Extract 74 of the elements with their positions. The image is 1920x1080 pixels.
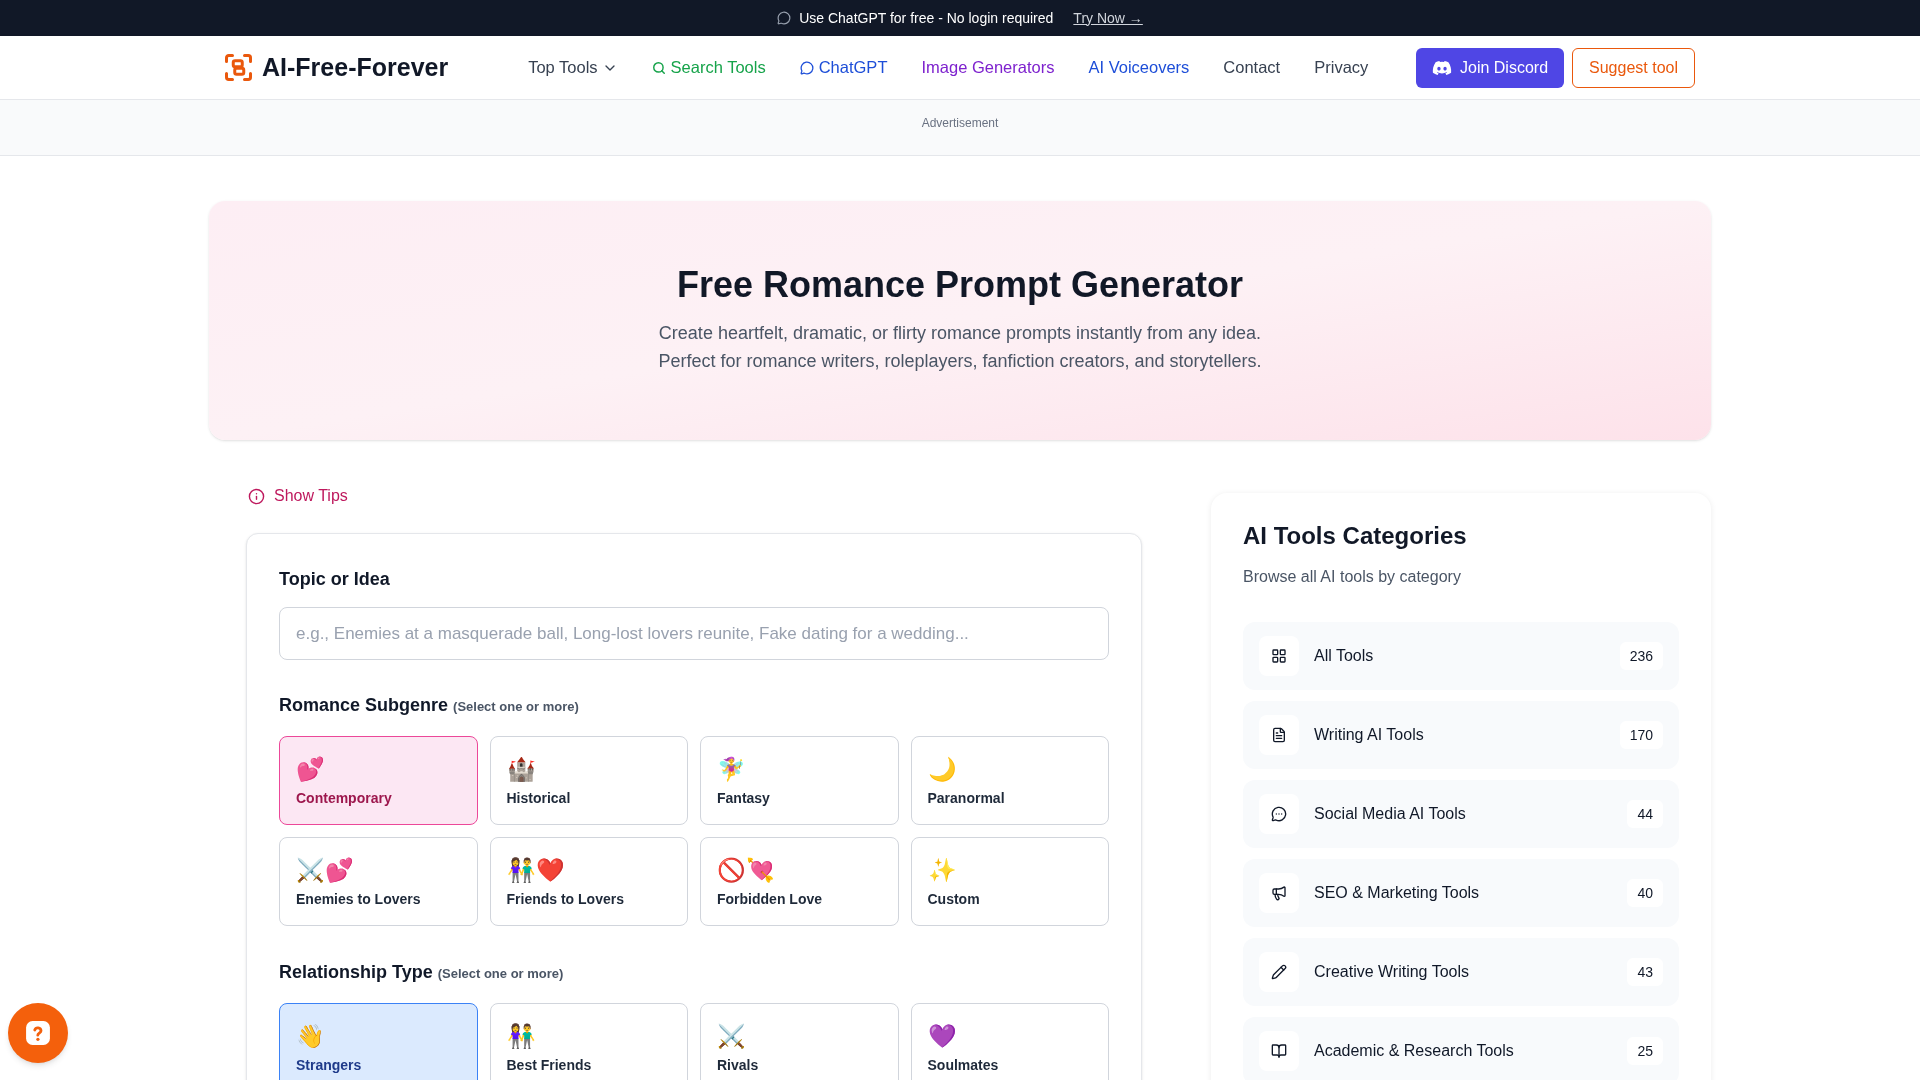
category-link[interactable]: SEO & Marketing Tools 40 [1243, 859, 1679, 927]
category-link[interactable]: Creative Writing Tools 43 [1243, 938, 1679, 1006]
topic-input[interactable]: e.g., Enemies at a masquerade ball, Long-lost lovers reunite, Fake dating for a wedding... [279, 607, 1109, 660]
nav-link[interactable]: ChatGPT [799, 55, 888, 80]
option-card[interactable]: 💕 Contemporary [279, 736, 478, 825]
try-now-link[interactable]: Try Now → [1073, 7, 1143, 29]
section-hint: (Select one or more) [453, 698, 579, 716]
nav-link[interactable]: Privacy [1314, 55, 1369, 80]
field-label: Topic or Idea [279, 568, 391, 591]
category-link[interactable]: Social Media AI Tools 44 [1243, 780, 1679, 848]
logo-icon [225, 54, 252, 81]
nav-link[interactable]: AI Voiceovers [1088, 55, 1190, 80]
section-title: Romance Subgenre [279, 694, 449, 717]
panel-subtitle: Browse all AI tools by category [1243, 567, 1462, 587]
tool-count: 236 [1619, 642, 1663, 670]
chat-bubble-icon [777, 11, 792, 25]
section-title: Relationship Type [279, 961, 433, 984]
emoji-icon: ✨ [927, 856, 957, 884]
option-card[interactable]: ⚔💕 Enemies to Lovers [279, 837, 478, 926]
emoji-icon: 🌙 [927, 755, 957, 783]
category-link[interactable]: All Tools 236 [1243, 622, 1679, 690]
pencil-icon [1259, 952, 1299, 992]
book-icon [1259, 1031, 1299, 1071]
logo-link[interactable]: AI-Free-Forever [225, 48, 449, 87]
emoji-icon: ⚔💕 [296, 856, 354, 884]
announcement-text: Use ChatGPT for free - No login required [799, 8, 1054, 28]
help-button[interactable] [8, 1003, 68, 1063]
emoji-icon: 👫 [506, 1022, 536, 1050]
hero-subtitle: Create heartfelt, dramatic, or flirty romance prompts instantly from any idea. [658, 322, 1262, 345]
grid-icon [1259, 636, 1299, 676]
panel-title: AI Tools Categories [1243, 521, 1468, 551]
nav-link[interactable]: Image Generators [921, 55, 1055, 80]
nav-link[interactable]: Contact [1223, 55, 1281, 80]
tool-count: 43 [1627, 958, 1663, 986]
emoji-icon: 🚫💘 [717, 856, 775, 884]
help-icon [25, 1020, 51, 1046]
emoji-icon: 💕 [296, 755, 325, 783]
option-card[interactable]: ✨ Custom [910, 837, 1109, 926]
emoji-icon: ⚔ [717, 1022, 746, 1050]
emoji-icon: 🏰 [506, 755, 536, 783]
chat-bubble-icon [799, 60, 814, 75]
tool-count: 40 [1627, 879, 1663, 907]
option-card[interactable]: 🚫💘 Forbidden Love [700, 837, 899, 926]
option-card[interactable]: 👋 Strangers [279, 1003, 478, 1080]
tool-count: 170 [1619, 721, 1663, 749]
ad-label: Advertisement [921, 115, 999, 132]
search-icon [651, 60, 666, 75]
option-card[interactable]: ⚔ Rivals [700, 1003, 899, 1080]
document-icon [1259, 715, 1299, 755]
show-tips-button[interactable]: Show Tips [246, 486, 348, 506]
section-hint: (Select one or more) [437, 965, 564, 983]
option-card[interactable]: 🏰 Historical [489, 736, 688, 825]
info-icon [248, 487, 265, 505]
emoji-icon: 💜 [927, 1022, 957, 1050]
chat-bubble-icon [1259, 794, 1299, 834]
controller-icon [1432, 59, 1452, 76]
page-title: Free Romance Prompt Generator [676, 263, 1244, 307]
tool-count: 44 [1627, 800, 1663, 828]
nav-dropdown[interactable]: Top Tools [528, 55, 618, 80]
emoji-icon: 👋 [296, 1022, 325, 1050]
category-link[interactable]: Academic & Research Tools 25 [1243, 1017, 1679, 1080]
option-card[interactable]: 🌙 Paranormal [910, 736, 1109, 825]
megaphone-icon [1259, 873, 1299, 913]
suggest-button[interactable]: Suggest tool [1572, 47, 1695, 88]
option-card[interactable]: 🧚‍♀ Fantasy [700, 736, 899, 825]
tool-count: 25 [1627, 1037, 1663, 1065]
emoji-icon: 👫❤ [506, 856, 565, 884]
emoji-icon: 🧚‍♀ [717, 755, 746, 783]
hero-subtitle: Perfect for romance writers, roleplayers, fanfiction creators, and storytellers. [658, 350, 1262, 373]
option-card[interactable]: 👫❤ Friends to Lovers [489, 837, 688, 926]
option-card[interactable]: 💜 Soulmates [910, 1003, 1109, 1080]
category-link[interactable]: Writing AI Tools 170 [1243, 701, 1679, 769]
option-card[interactable]: 👫 Best Friends [489, 1003, 688, 1080]
join-button[interactable]: Join Discord [1416, 47, 1565, 88]
